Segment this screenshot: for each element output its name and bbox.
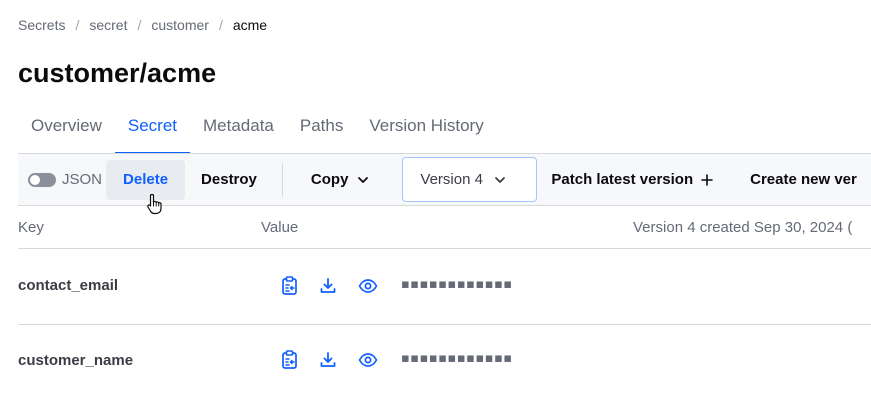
- tab-metadata[interactable]: Metadata: [190, 106, 287, 154]
- page-title: customer/acme: [18, 58, 217, 88]
- table-row: contact_email ▪▪▪▪▪▪▪▪▪▪▪▪: [18, 249, 871, 325]
- version-created-info: Version 4 created Sep 30, 2024 (: [633, 219, 853, 236]
- tab-bar: Overview Secret Metadata Paths Version H…: [18, 106, 497, 154]
- breadcrumb: Secrets / secret / customer / acme: [18, 17, 267, 33]
- create-button-label: Create new ver: [750, 170, 857, 188]
- destroy-button-label: Destroy: [201, 170, 257, 188]
- chevron-down-icon: [493, 173, 507, 187]
- table-row: customer_name ▪▪▪▪▪▪▪▪▪▪▪▪: [18, 325, 871, 401]
- breadcrumb-separator: /: [137, 17, 142, 33]
- copy-button-label: Copy: [310, 170, 349, 188]
- delete-button[interactable]: Delete: [106, 159, 186, 200]
- chevron-down-icon: [356, 173, 370, 187]
- plus-icon: [701, 160, 713, 200]
- patch-latest-version-button[interactable]: Patch latest version: [541, 160, 723, 200]
- delete-button-label: Delete: [123, 170, 169, 188]
- toolbar-divider: [281, 162, 283, 197]
- tab-secret[interactable]: Secret: [114, 106, 190, 154]
- breadcrumb-link-secrets[interactable]: Secrets: [18, 17, 65, 33]
- eye-icon[interactable]: [358, 350, 378, 370]
- tab-paths[interactable]: Paths: [287, 106, 356, 154]
- download-icon[interactable]: [318, 350, 338, 370]
- table-header: Key Value Version 4 created Sep 30, 2024…: [18, 207, 871, 249]
- clipboard-copy-icon[interactable]: [280, 276, 300, 296]
- breadcrumb-link-secret[interactable]: secret: [89, 17, 127, 33]
- breadcrumb-separator: /: [218, 17, 223, 33]
- tab-overview[interactable]: Overview: [18, 106, 115, 154]
- destroy-button[interactable]: Destroy: [190, 160, 268, 200]
- secret-toolbar: JSON Delete Destroy Copy Version 4 Patch…: [18, 153, 871, 206]
- column-header-key: Key: [18, 219, 44, 236]
- version-select[interactable]: Version 4: [402, 157, 538, 202]
- secret-key: contact_email: [18, 277, 119, 294]
- secret-key: customer_name: [18, 352, 134, 369]
- json-toggle-group: JSON: [28, 171, 102, 188]
- breadcrumb-current: acme: [232, 17, 268, 33]
- create-new-version-button[interactable]: Create new ver: [739, 160, 868, 200]
- masked-secret-value: ▪▪▪▪▪▪▪▪▪▪▪▪: [401, 277, 513, 292]
- masked-secret-value: ▪▪▪▪▪▪▪▪▪▪▪▪: [401, 351, 513, 366]
- json-toggle-label: JSON: [62, 171, 103, 188]
- patch-button-label: Patch latest version: [551, 170, 694, 188]
- copy-dropdown-button[interactable]: Copy: [291, 160, 383, 200]
- json-toggle[interactable]: [28, 172, 56, 187]
- download-icon[interactable]: [318, 276, 338, 296]
- clipboard-copy-icon[interactable]: [280, 350, 300, 370]
- breadcrumb-separator: /: [75, 17, 80, 33]
- tab-version-history[interactable]: Version History: [356, 106, 496, 154]
- column-header-value: Value: [261, 219, 299, 236]
- breadcrumb-link-customer[interactable]: customer: [151, 17, 209, 33]
- eye-icon[interactable]: [358, 276, 378, 296]
- version-select-label: Version 4: [420, 171, 483, 188]
